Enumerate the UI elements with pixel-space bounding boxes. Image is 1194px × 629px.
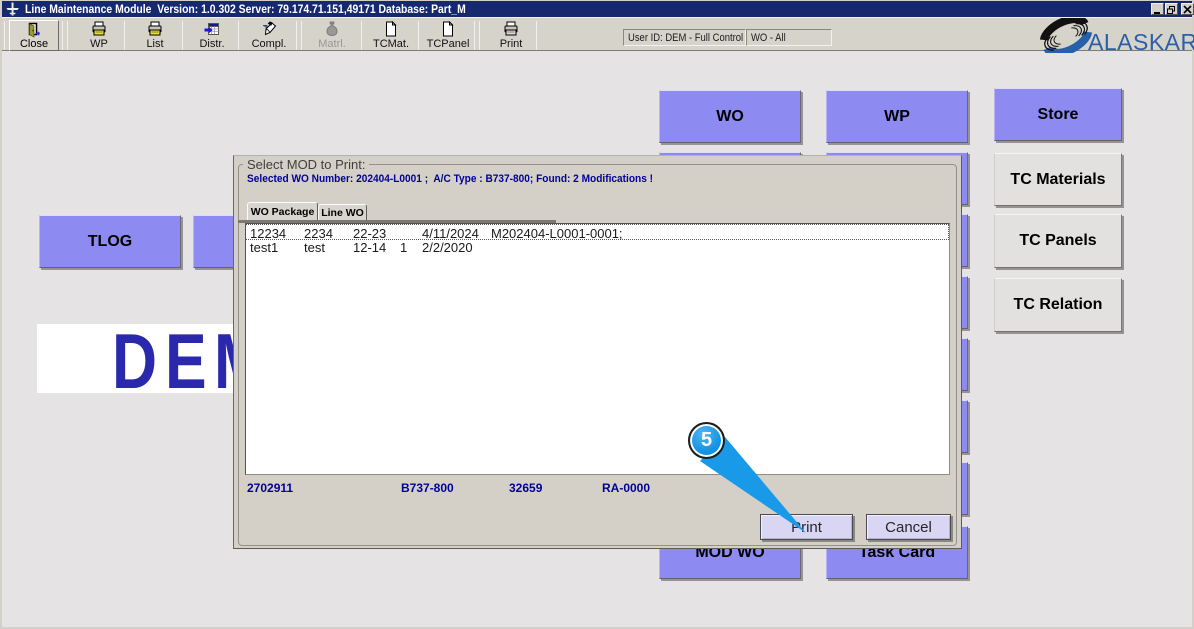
svg-text:ALASKAR: ALASKAR — [1088, 29, 1194, 53]
